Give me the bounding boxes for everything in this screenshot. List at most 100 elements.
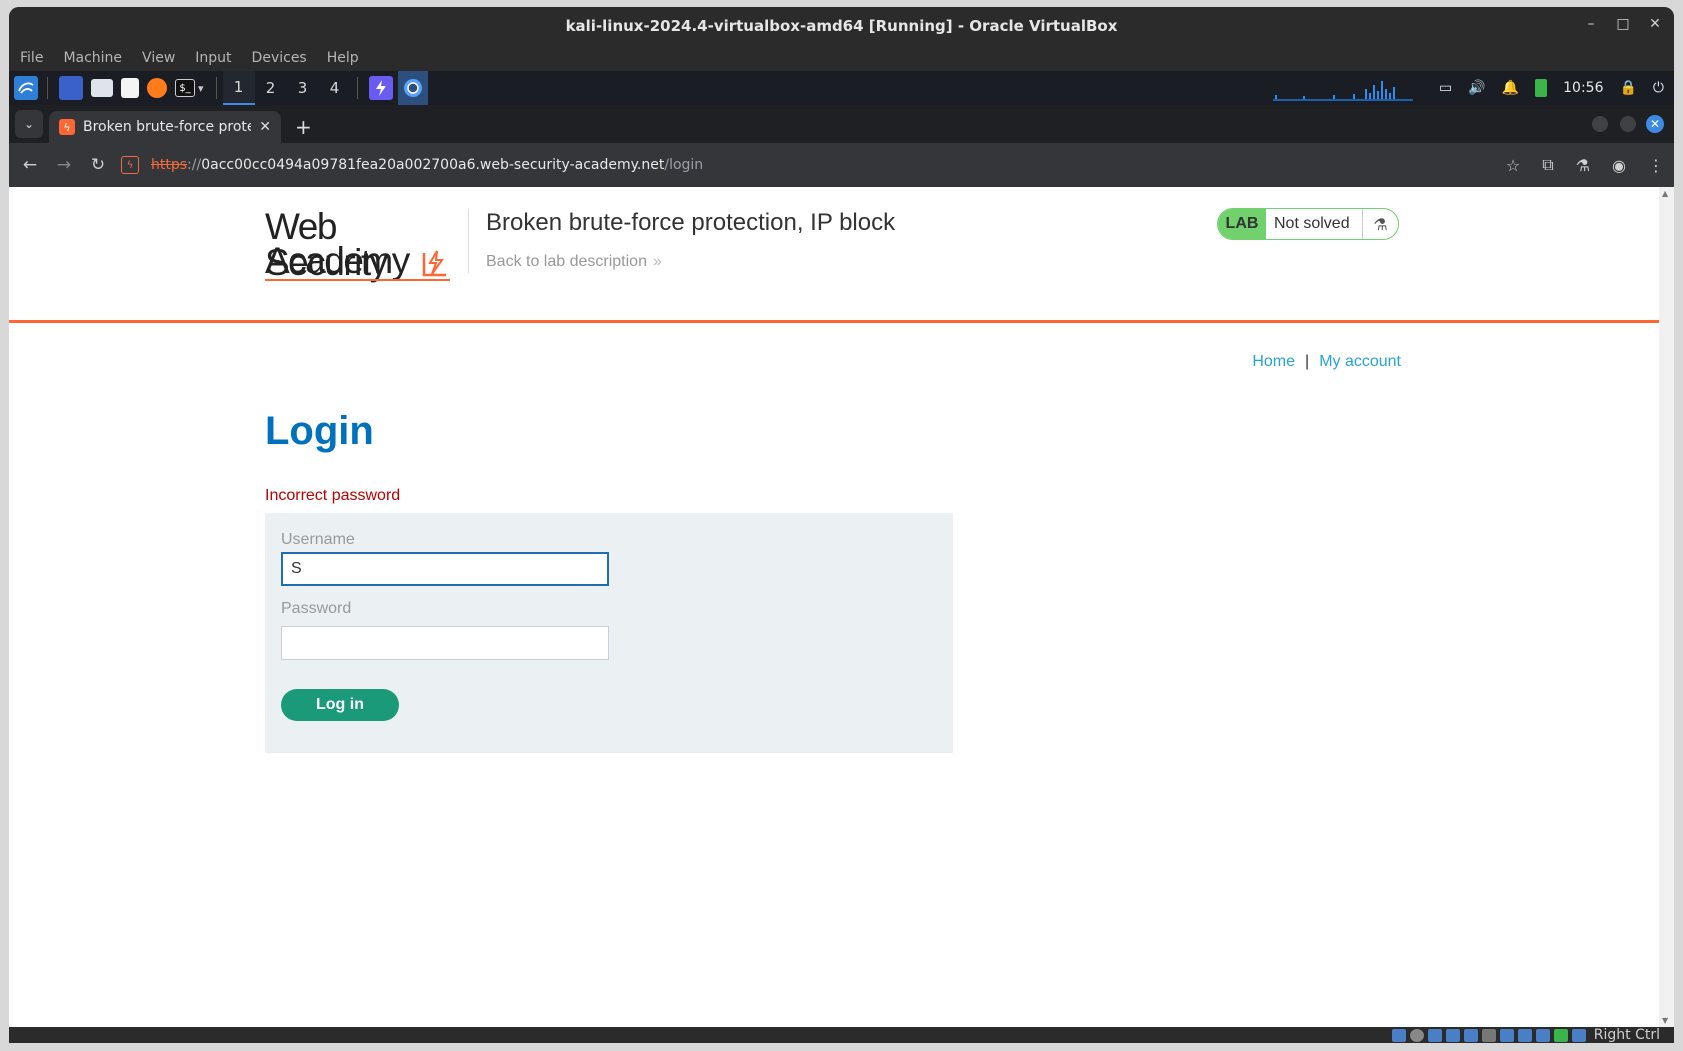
scroll-up-icon[interactable]: ▲ [1662, 189, 1668, 198]
display-status-icon[interactable] [1499, 1028, 1514, 1042]
bookmark-star-icon[interactable]: ☆ [1506, 156, 1520, 175]
page-scrollbar[interactable]: ▲ ▼ [1659, 187, 1674, 1027]
mouse-integration-icon[interactable] [1571, 1028, 1586, 1042]
panel-separator [215, 77, 217, 99]
url-separator: :// [187, 157, 202, 173]
new-tab-icon[interactable]: + [295, 115, 312, 139]
web-page: Web Security Academy Broken brute-force … [9, 187, 1659, 1027]
workspace-4[interactable]: 4 [319, 71, 351, 105]
menu-view[interactable]: View [142, 50, 175, 66]
vbox-window-title: kali-linux-2024.4-virtualbox-amd64 [Runn… [565, 17, 1118, 35]
nav-separator: | [1305, 353, 1310, 370]
login-form: Username Password Log in [265, 513, 953, 753]
lab-badge-label: LAB [1218, 209, 1266, 239]
browser-tabstrip: ⌄ ϟ Broken brute-force prote ✕ + ✕ [9, 105, 1674, 143]
lab-title: Broken brute-force protection, IP block [486, 209, 896, 236]
extensions-icon[interactable]: ⧉ [1542, 155, 1553, 175]
panel-separator [356, 77, 358, 99]
cpu-icon[interactable] [1535, 1028, 1550, 1042]
menu-input[interactable]: Input [195, 50, 231, 66]
workspace-2[interactable]: 2 [255, 71, 287, 105]
profile-icon[interactable]: ◉ [1612, 156, 1626, 175]
url-host: 0acc00cc0494a09781fea20a002700a6.web-sec… [201, 157, 665, 173]
scroll-down-icon[interactable]: ▼ [1662, 1016, 1668, 1025]
flask-icon[interactable]: ⚗ [1362, 209, 1398, 239]
text-editor-icon[interactable] [121, 78, 139, 98]
tab-search-icon[interactable]: ⌄ [15, 110, 43, 138]
password-label: Password [281, 600, 352, 617]
more-menu-icon[interactable]: ⋮ [1648, 156, 1664, 175]
site-security-icon[interactable]: ϟ [121, 156, 139, 174]
menu-help[interactable]: Help [327, 50, 359, 66]
error-message: Incorrect password [265, 487, 401, 504]
menu-file[interactable]: File [20, 50, 43, 66]
window-close-icon[interactable]: ✕ [1646, 115, 1664, 133]
vbox-statusbar: Right Ctrl [9, 1027, 1674, 1043]
display-icon[interactable]: ▭ [1439, 80, 1452, 96]
usb-icon[interactable] [1463, 1028, 1478, 1042]
audio-icon[interactable] [1427, 1028, 1442, 1042]
menu-machine[interactable]: Machine [63, 50, 122, 66]
address-bar[interactable]: ϟ https://0acc00cc0494a09781fea20a002700… [121, 149, 1421, 181]
labs-flask-icon[interactable]: ⚗ [1576, 156, 1590, 175]
optical-drive-icon[interactable] [1409, 1028, 1424, 1042]
nav-home-link[interactable]: Home [1252, 353, 1295, 370]
header-divider [468, 209, 469, 273]
workspace-3[interactable]: 3 [287, 71, 319, 105]
maximize-icon[interactable]: □ [1612, 16, 1634, 32]
workspace-1[interactable]: 1 [222, 71, 255, 105]
harddisk-icon[interactable] [1391, 1028, 1406, 1042]
vbox-status-icons: Right Ctrl [1391, 1027, 1660, 1043]
clock[interactable]: 10:56 [1563, 80, 1603, 96]
username-label: Username [281, 531, 355, 548]
forward-icon[interactable]: → [47, 148, 81, 182]
lock-icon[interactable]: 🔒 [1619, 80, 1636, 96]
tab-favicon-icon: ϟ [59, 119, 75, 135]
minimize-icon[interactable]: – [1580, 16, 1602, 32]
tab-close-icon[interactable]: ✕ [259, 119, 271, 135]
back-link-label: Back to lab description [486, 253, 647, 270]
url-path: /login [664, 157, 704, 173]
file-manager-icon[interactable] [91, 79, 113, 97]
guest-additions-icon[interactable] [1553, 1028, 1568, 1042]
menu-devices[interactable]: Devices [252, 50, 307, 66]
window-maximize-icon[interactable] [1620, 116, 1636, 132]
vbox-menubar: File Machine View Input Devices Help [9, 45, 1674, 71]
chevron-down-icon[interactable]: ▾ [198, 82, 204, 95]
double-chevron-right-icon: » [652, 253, 662, 270]
browser-tab-active[interactable]: ϟ Broken brute-force prote ✕ [49, 111, 281, 143]
url-scheme: https [151, 157, 188, 173]
show-desktop-icon[interactable] [59, 76, 83, 100]
password-input[interactable] [281, 626, 609, 660]
back-to-lab-description-link[interactable]: Back to lab description » [486, 253, 662, 271]
logo-underline [265, 279, 450, 281]
username-input[interactable] [281, 552, 609, 586]
terminal-icon[interactable]: $_ [175, 79, 195, 97]
virtualbox-window: kali-linux-2024.4-virtualbox-amd64 [Runn… [9, 7, 1674, 1043]
power-icon[interactable]: ⏻ [1653, 80, 1664, 96]
nav-my-account-link[interactable]: My account [1319, 353, 1401, 370]
close-icon[interactable]: ✕ [1644, 16, 1666, 32]
lab-status-text: Not solved [1274, 215, 1350, 232]
reload-icon[interactable]: ↻ [81, 148, 115, 182]
tab-title: Broken brute-force prote [83, 119, 252, 135]
web-security-academy-logo[interactable]: Web Security Academy [265, 208, 465, 281]
window-minimize-icon[interactable] [1592, 116, 1608, 132]
login-button[interactable]: Log in [281, 689, 399, 721]
kali-top-panel: $_ ▾ 1 2 3 4 ▭ 🔊 🔔 10:56 🔒 ⏻ [9, 71, 1674, 105]
page-title: Login [265, 409, 374, 453]
lab-status-badge: LAB Not solved ⚗ [1217, 208, 1399, 240]
notifications-icon[interactable]: 🔔 [1502, 80, 1519, 96]
chromium-icon[interactable] [397, 71, 428, 105]
toolbar-actions: ☆ ⧉ ⚗ ◉ ⋮ [1506, 143, 1664, 187]
site-nav: Home | My account [1252, 353, 1401, 371]
kali-menu-icon[interactable] [14, 76, 38, 100]
back-icon[interactable]: ← [13, 148, 47, 182]
battery-icon[interactable] [1535, 79, 1548, 97]
recording-icon[interactable] [1517, 1028, 1532, 1042]
firefox-icon[interactable] [147, 78, 167, 98]
volume-icon[interactable]: 🔊 [1468, 80, 1485, 96]
network-icon[interactable] [1445, 1028, 1460, 1042]
shared-folders-icon[interactable] [1481, 1028, 1496, 1042]
burp-icon[interactable] [368, 76, 393, 100]
